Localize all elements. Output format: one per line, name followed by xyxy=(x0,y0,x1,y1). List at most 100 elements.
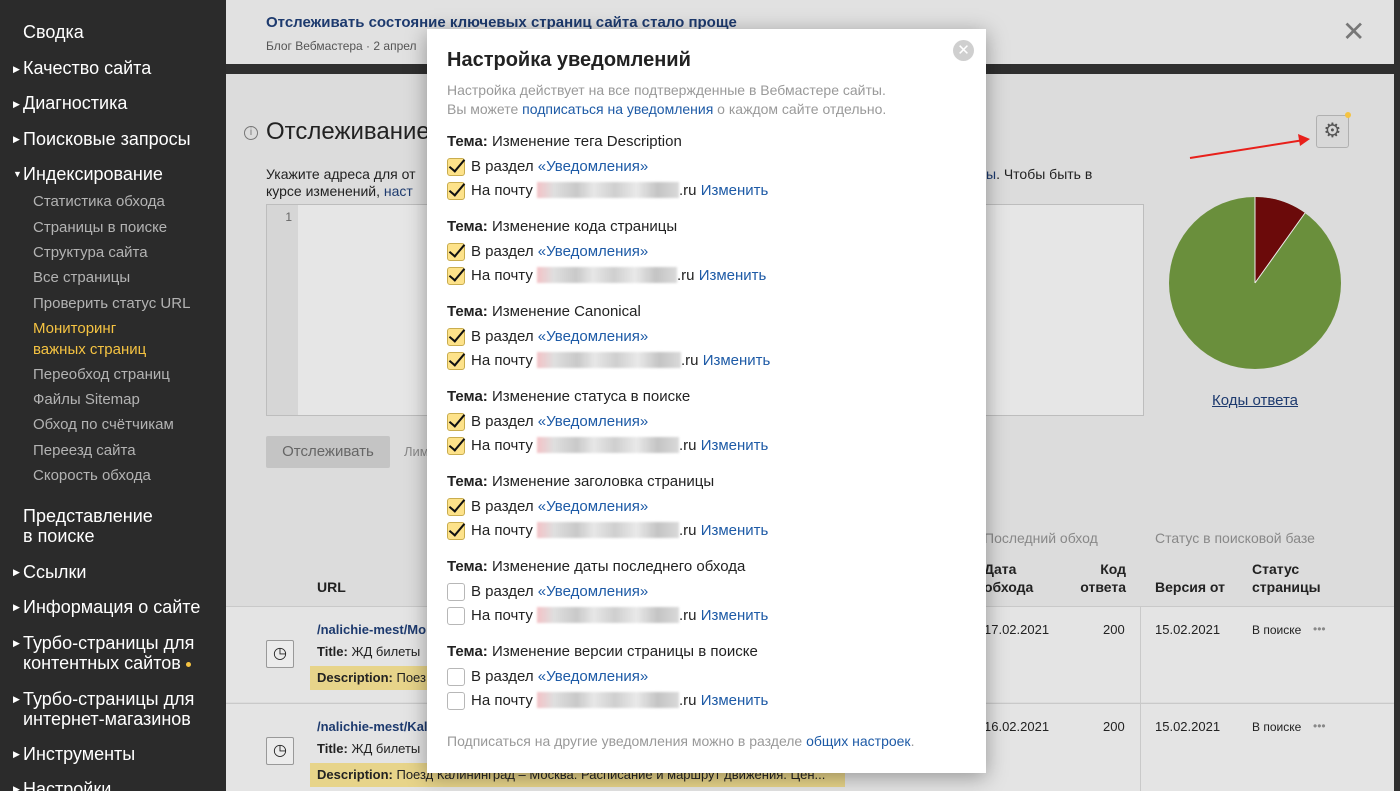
notifications-section-link[interactable]: «Уведомления» xyxy=(538,328,648,345)
section-checkbox[interactable] xyxy=(447,668,465,686)
news-subtitle: Блог Вебмастера · 2 апрел xyxy=(266,39,417,53)
response-codes-pie-chart[interactable] xyxy=(1166,194,1346,374)
sidebar-subitem-crawl-stats[interactable]: Статистика обхода xyxy=(33,191,165,212)
track-button[interactable]: Отслеживать xyxy=(266,436,390,468)
email-checkbox[interactable] xyxy=(447,522,465,540)
notifications-section-link[interactable]: «Уведомления» xyxy=(538,583,648,600)
sidebar-item-presentation-line2: в поиске xyxy=(23,526,95,546)
sidebar-item-queries[interactable]: Поисковые запросы xyxy=(23,129,191,149)
notifications-section-link[interactable]: «Уведомления» xyxy=(538,668,648,685)
more-options-icon[interactable]: ••• xyxy=(1313,719,1326,733)
sidebar-subitem-monitoring-line2: важных страниц xyxy=(33,341,147,358)
section-checkbox[interactable] xyxy=(447,583,465,601)
redacted-email xyxy=(537,267,677,283)
col-response-code[interactable]: Код ответа xyxy=(1076,560,1126,596)
sidebar-item-summary[interactable]: Сводка xyxy=(23,22,84,43)
col-url[interactable]: URL xyxy=(317,578,346,596)
column-divider xyxy=(1140,606,1141,791)
sidebar-subitem-counters[interactable]: Обход по счётчикам xyxy=(33,414,174,435)
general-settings-link[interactable]: общих настроек xyxy=(806,733,910,749)
notification-dot-icon xyxy=(1345,112,1351,118)
row-title: Title: ЖД билеты xyxy=(317,644,421,659)
sidebar-item-presentation[interactable]: Представление в поиске xyxy=(23,506,153,546)
section-checkbox[interactable] xyxy=(447,413,465,431)
sidebar-subitem-site-move[interactable]: Переезд сайта xyxy=(33,440,136,461)
change-email-link[interactable]: Изменить xyxy=(699,267,767,284)
expand-arrow-icon: ▶ xyxy=(13,567,20,577)
email-checkbox[interactable] xyxy=(447,607,465,625)
subscribe-link[interactable]: подписаться на уведомления xyxy=(522,101,713,117)
row-title: Title: ЖД билеты xyxy=(317,741,421,756)
sidebar-item-turbo-content[interactable]: Турбо-страницы для контентных сайтов xyxy=(23,633,194,673)
email-checkbox[interactable] xyxy=(447,182,465,200)
col-version[interactable]: Версия от xyxy=(1155,578,1225,596)
notifications-section-link[interactable]: «Уведомления» xyxy=(538,243,648,260)
response-codes-link[interactable]: Коды ответа xyxy=(1212,392,1298,409)
sidebar-item-settings[interactable]: Настройки xyxy=(23,779,111,791)
topic-heading: Тема: Изменение кода страницы xyxy=(447,218,678,235)
history-clock-icon[interactable]: ◷ xyxy=(266,737,294,765)
sidebar-item-links[interactable]: Ссылки xyxy=(23,562,86,582)
redacted-email xyxy=(537,182,679,198)
row-crawl-date: 16.02.2021 xyxy=(984,719,1050,734)
row-url-link[interactable]: /nalichie-mest/Mo xyxy=(317,622,426,637)
intro-link-tail[interactable]: ы xyxy=(986,166,996,182)
change-email-link[interactable]: Изменить xyxy=(701,692,769,709)
topic-heading: Тема: Изменение тега Description xyxy=(447,133,682,150)
email-checkbox[interactable] xyxy=(447,267,465,285)
section-checkbox[interactable] xyxy=(447,158,465,176)
notifications-section-link[interactable]: «Уведомления» xyxy=(538,498,648,515)
red-arrow-annotation xyxy=(1189,134,1310,159)
news-close-icon[interactable]: ✕ xyxy=(1342,18,1365,46)
sidebar-item-presentation-line1: Представление xyxy=(23,506,153,526)
sidebar: Сводка ▶ Качество сайта ▶ Диагностика ▶ … xyxy=(0,0,226,791)
sidebar-subitem-pages-in-search[interactable]: Страницы в поиске xyxy=(33,217,167,238)
sidebar-subitem-site-structure[interactable]: Структура сайта xyxy=(33,242,148,263)
sidebar-subitem-check-url[interactable]: Проверить статус URL xyxy=(33,293,190,314)
sidebar-item-tools[interactable]: Инструменты xyxy=(23,744,135,764)
sidebar-subitem-crawl-speed[interactable]: Скорость обхода xyxy=(33,465,151,486)
notifications-section-link[interactable]: «Уведомления» xyxy=(538,158,648,175)
sidebar-subitem-monitoring[interactable]: Мониторинг важных страниц xyxy=(33,318,146,360)
sidebar-item-diagnostics[interactable]: Диагностика xyxy=(23,93,127,113)
email-checkbox[interactable] xyxy=(447,692,465,710)
section-checkbox[interactable] xyxy=(447,328,465,346)
change-email-link[interactable]: Изменить xyxy=(703,352,771,369)
sidebar-item-turbo-shop[interactable]: Турбо-страницы для интернет-магазинов xyxy=(23,689,194,729)
change-email-link[interactable]: Изменить xyxy=(701,607,769,624)
sidebar-subitem-sitemap[interactable]: Файлы Sitemap xyxy=(33,389,140,410)
expand-arrow-icon: ▶ xyxy=(13,638,20,648)
more-options-icon[interactable]: ••• xyxy=(1313,622,1326,636)
settings-gear-icon[interactable]: ⚙ xyxy=(1316,115,1349,148)
row-url-link[interactable]: /nalichie-mest/Kal xyxy=(317,719,428,734)
section-checkbox[interactable] xyxy=(447,243,465,261)
sidebar-subitem-all-pages[interactable]: Все страницы xyxy=(33,267,130,288)
sidebar-item-quality[interactable]: Качество сайта xyxy=(23,58,151,78)
sidebar-item-indexing[interactable]: Индексирование xyxy=(23,164,163,184)
intro-text-continued: ы. Чтобы быть в xyxy=(986,166,1093,182)
row-status: В поиске xyxy=(1252,720,1302,734)
email-checkbox[interactable] xyxy=(447,352,465,370)
sidebar-subitem-recrawl[interactable]: Переобход страниц xyxy=(33,364,170,385)
notification-dot-icon xyxy=(185,661,191,667)
col-page-status[interactable]: Статус страницы xyxy=(1252,560,1321,596)
change-email-link[interactable]: Изменить xyxy=(701,182,769,199)
email-checkbox[interactable] xyxy=(447,437,465,455)
notifications-section-link[interactable]: «Уведомления» xyxy=(538,413,648,430)
sidebar-subitem-monitoring-line1: Мониторинг xyxy=(33,320,117,337)
scroll-edge xyxy=(1394,0,1400,791)
info-icon[interactable]: i xyxy=(244,126,258,140)
sidebar-item-site-info[interactable]: Информация о сайте xyxy=(23,597,200,617)
intro-settings-link[interactable]: наст xyxy=(384,183,413,199)
sidebar-item-turbo-content-line2: контентных сайтов xyxy=(23,653,194,673)
history-clock-icon[interactable]: ◷ xyxy=(266,640,294,668)
col-crawl-date[interactable]: Дата обхода xyxy=(984,560,1033,596)
redacted-email xyxy=(537,522,679,538)
section-checkbox[interactable] xyxy=(447,498,465,516)
row-response-code: 200 xyxy=(1103,622,1125,637)
change-email-link[interactable]: Изменить xyxy=(701,437,769,454)
change-email-link[interactable]: Изменить xyxy=(701,522,769,539)
collapse-arrow-icon: ▼ xyxy=(13,169,22,179)
redacted-email xyxy=(537,692,679,708)
close-icon[interactable]: ✕ xyxy=(953,40,974,61)
